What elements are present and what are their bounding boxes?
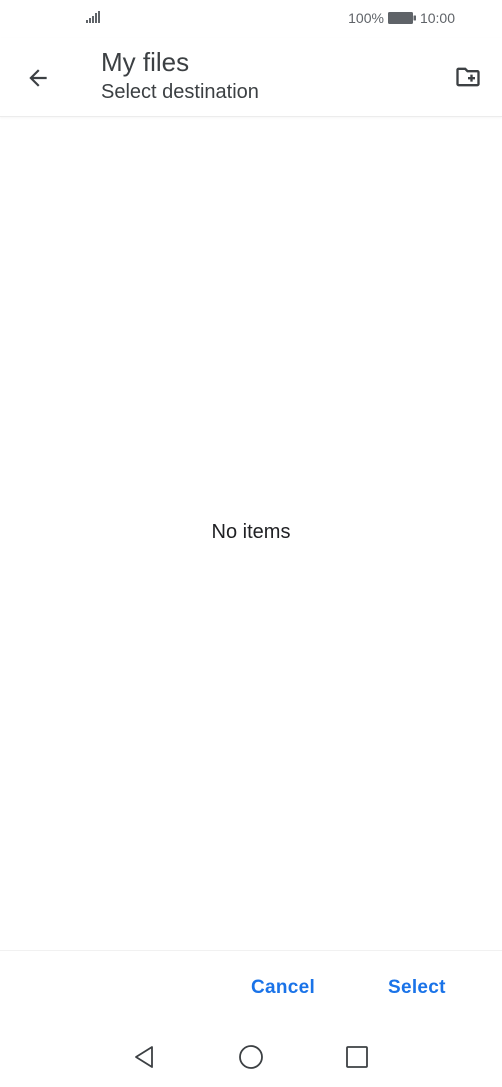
title-group: My files Select destination bbox=[101, 47, 259, 105]
arrow-back-icon bbox=[29, 69, 47, 87]
battery-percent: 100% bbox=[348, 10, 384, 26]
action-bar: Cancel Select bbox=[0, 950, 502, 1027]
navigation-bar bbox=[0, 1030, 502, 1087]
nav-home-button[interactable] bbox=[238, 1044, 264, 1070]
nav-back-icon bbox=[135, 1046, 153, 1068]
page-subtitle: Select destination bbox=[101, 81, 259, 103]
status-right: 100% 10:00 bbox=[348, 10, 455, 26]
battery-icon bbox=[387, 12, 416, 24]
select-button[interactable]: Select bbox=[388, 977, 446, 999]
nav-recents-button[interactable] bbox=[344, 1044, 370, 1070]
signal-icon bbox=[86, 11, 100, 23]
new-folder-button[interactable] bbox=[452, 61, 484, 93]
empty-state-message: No items bbox=[211, 521, 291, 543]
app-bar: My files Select destination bbox=[0, 38, 502, 117]
status-bar: 100% 10:00 bbox=[0, 0, 502, 38]
nav-back-button[interactable] bbox=[131, 1044, 157, 1070]
back-button[interactable] bbox=[22, 62, 54, 94]
nav-recents-icon bbox=[346, 1046, 368, 1068]
nav-home-icon bbox=[239, 1045, 263, 1069]
cancel-button[interactable]: Cancel bbox=[251, 977, 315, 999]
create-new-folder-icon bbox=[456, 67, 480, 87]
clock: 10:00 bbox=[419, 10, 455, 26]
page-title: My files bbox=[101, 47, 190, 77]
